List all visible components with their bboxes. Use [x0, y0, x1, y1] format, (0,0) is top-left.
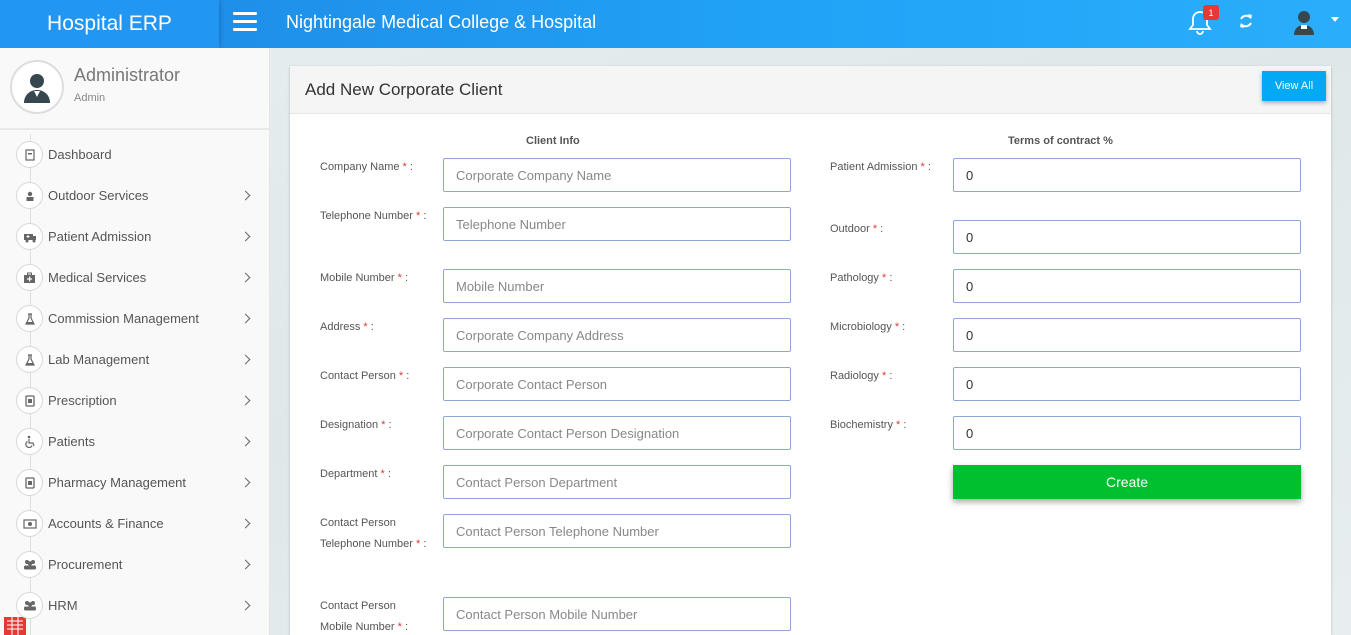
sidebar-item-label: Commission Management: [48, 311, 200, 326]
contact-person-telephone-label: Contact Person Telephone Number * :: [320, 517, 427, 550]
sidebar-item-commission-management[interactable]: Commission Management: [0, 298, 270, 339]
user-avatar-icon[interactable]: [1292, 9, 1316, 35]
sidebar-item-prescription[interactable]: Prescription: [0, 380, 270, 421]
pathology-input[interactable]: [953, 269, 1301, 303]
chevron-right-icon: [240, 354, 251, 365]
chevron-right-icon: [240, 436, 251, 447]
users-icon: [16, 551, 43, 578]
chevron-right-icon: [240, 518, 251, 529]
microbiology-label: Microbiology * :: [830, 321, 906, 333]
biochemistry-label: Biochemistry * :: [830, 419, 907, 431]
create-button[interactable]: Create: [953, 465, 1301, 499]
money-icon: [16, 510, 43, 537]
chevron-right-icon: [240, 231, 251, 242]
contact-person-mobile-input[interactable]: [443, 597, 791, 631]
sidebar-item-dashboard[interactable]: Dashboard: [0, 134, 270, 175]
user-profile: Administrator Admin: [0, 48, 270, 130]
company-name-input[interactable]: [443, 158, 791, 192]
address-input[interactable]: [443, 318, 791, 352]
telephone-number-label: Telephone Number * :: [320, 210, 427, 222]
sidebar-item-medical-services[interactable]: Medical Services: [0, 257, 270, 298]
mobile-number-label: Mobile Number * :: [320, 272, 409, 284]
address-label: Address * :: [320, 321, 374, 333]
sidebar-item-label: Medical Services: [48, 270, 147, 285]
sidebar-item-hrm[interactable]: HRM: [0, 585, 270, 626]
mobile-number-input[interactable]: [443, 269, 791, 303]
menu-toggle-icon[interactable]: [233, 12, 257, 32]
outdoor-label: Outdoor * :: [830, 223, 884, 235]
doctor-icon: [24, 74, 50, 103]
microbiology-input[interactable]: [953, 318, 1301, 352]
sidebar-item-label: Procurement: [48, 557, 123, 572]
department-label: Department * :: [320, 468, 391, 480]
company-name-label: Company Name * :: [320, 161, 413, 173]
chevron-right-icon: [240, 559, 251, 570]
sidebar-item-patients[interactable]: Patients: [0, 421, 270, 462]
terms-heading: Terms of contract %: [1008, 135, 1113, 147]
notification-badge: 1: [1203, 5, 1219, 20]
panel-header: Add New Corporate Client View All: [290, 66, 1331, 114]
view-all-button[interactable]: View All: [1262, 71, 1326, 101]
medkit-icon: [16, 264, 43, 291]
brand-logo[interactable]: Hospital ERP: [0, 0, 219, 48]
admin-avatar: [10, 60, 64, 114]
outdoor-input[interactable]: [953, 220, 1301, 254]
ambulance-icon: [16, 223, 43, 250]
client-info-heading: Client Info: [526, 135, 580, 147]
dashboard-icon: [16, 141, 43, 168]
flask-icon: [16, 305, 43, 332]
designation-label: Designation * :: [320, 419, 392, 431]
wheelchair-icon: [16, 428, 43, 455]
patient-admission-label: Patient Admission * :: [830, 161, 931, 173]
sidebar-item-patient-admission[interactable]: Patient Admission: [0, 216, 270, 257]
chevron-right-icon: [240, 477, 251, 488]
flask-icon: [16, 346, 43, 373]
users-icon: [16, 592, 43, 619]
sidebar-menu: Dashboard Outdoor Services Patient Admis…: [0, 134, 270, 626]
sidebar-item-label: Outdoor Services: [48, 188, 149, 203]
prescription-icon: [16, 387, 43, 414]
contact-person-mobile-label: Contact Person Mobile Number * :: [320, 600, 409, 633]
sidebar-item-label: Lab Management: [48, 352, 150, 367]
refresh-icon[interactable]: [1238, 12, 1254, 30]
telephone-number-input[interactable]: [443, 207, 791, 241]
outdoor-icon: [16, 182, 43, 209]
hospital-name: Nightingale Medical College & Hospital: [286, 12, 597, 32]
radiology-label: Radiology * :: [830, 370, 893, 382]
chevron-right-icon: [240, 313, 251, 324]
biochemistry-input[interactable]: [953, 416, 1301, 450]
chevron-right-icon: [240, 395, 251, 406]
user-dropdown-caret-icon[interactable]: [1331, 17, 1339, 22]
sidebar-item-pharmacy-management[interactable]: Pharmacy Management: [0, 462, 270, 503]
sidebar-item-outdoor-services[interactable]: Outdoor Services: [0, 175, 270, 216]
sidebar-item-label: Pharmacy Management: [48, 475, 187, 490]
admin-name: Administrator: [74, 65, 181, 85]
sidebar-item-label: Accounts & Finance: [48, 516, 164, 531]
patient-admission-input[interactable]: [953, 158, 1301, 192]
designation-input[interactable]: [443, 416, 791, 450]
radiology-input[interactable]: [953, 367, 1301, 401]
contact-person-label: Contact Person * :: [320, 370, 410, 382]
department-input[interactable]: [443, 465, 791, 499]
chevron-right-icon: [240, 190, 251, 201]
contact-person-telephone-input[interactable]: [443, 514, 791, 548]
page-title: Add New Corporate Client: [305, 80, 503, 99]
sidebar-item-label: HRM: [48, 598, 78, 613]
pharmacy-icon: [16, 469, 43, 496]
sidebar-item-procurement[interactable]: Procurement: [0, 544, 270, 585]
sidebar-item-label: Dashboard: [48, 147, 112, 162]
chevron-right-icon: [240, 600, 251, 611]
sidebar-item-label: Patients: [48, 434, 95, 449]
top-navbar: Hospital ERP Nightingale Medical College…: [0, 0, 1351, 48]
sidebar-item-accounts-finance[interactable]: Accounts & Finance: [0, 503, 270, 544]
pathology-label: Pathology * :: [830, 272, 893, 284]
admin-role: Admin: [74, 92, 106, 104]
chevron-right-icon: [240, 272, 251, 283]
sidebar-item-label: Patient Admission: [48, 229, 152, 244]
sidebar-item-label: Prescription: [48, 393, 117, 408]
sidebar-item-lab-management[interactable]: Lab Management: [0, 339, 270, 380]
sidebar: Administrator Admin Dashboard Outdoor Se…: [0, 48, 270, 635]
contact-person-input[interactable]: [443, 367, 791, 401]
